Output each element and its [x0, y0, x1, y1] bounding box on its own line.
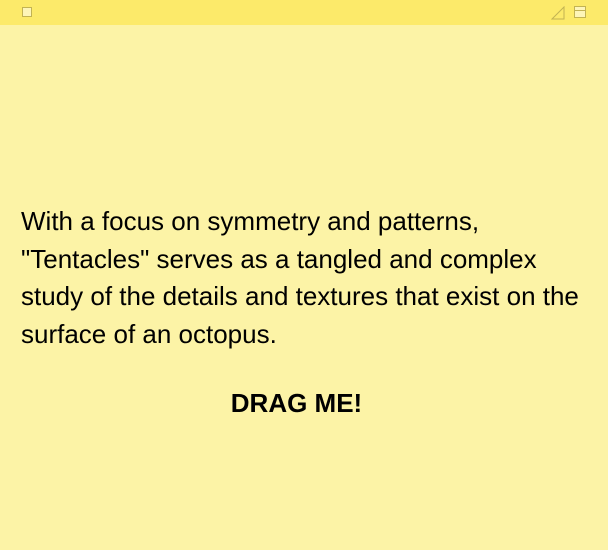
note-body-text: With a focus on symmetry and patterns, "… [21, 206, 579, 349]
note-content: With a focus on symmetry and patterns, "… [21, 203, 593, 418]
close-box-icon[interactable] [22, 7, 32, 17]
resize-triangle-icon[interactable] [551, 6, 565, 20]
note-titlebar[interactable] [0, 0, 608, 25]
drag-me-label[interactable]: DRAG ME! [21, 385, 572, 422]
collapse-box-icon[interactable] [574, 6, 586, 18]
sticky-note-window[interactable]: With a focus on symmetry and patterns, "… [0, 0, 608, 550]
